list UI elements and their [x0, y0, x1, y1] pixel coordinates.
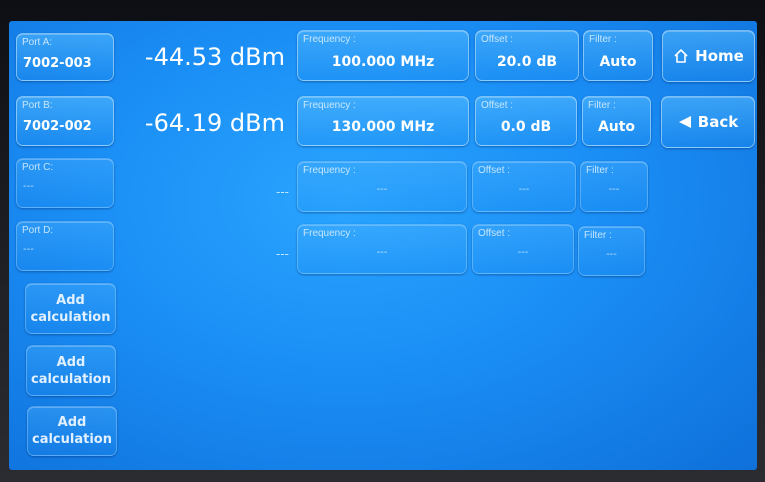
port-a-offset-label: Offset : — [481, 34, 514, 45]
port-d-frequency-value: --- — [376, 247, 388, 258]
port-d-button[interactable]: Port D: --- — [16, 221, 114, 271]
add-calculation-line2: calculation — [31, 371, 111, 387]
port-a-sensor: 7002-003 — [23, 56, 92, 71]
port-d-filter-button[interactable]: Filter : --- — [578, 226, 645, 276]
port-a-frequency-value: 100.000 MHz — [331, 54, 435, 70]
port-c-filter-value: --- — [608, 184, 620, 195]
port-b-offset-button[interactable]: Offset : 0.0 dB — [475, 96, 577, 146]
port-d-label: Port D: — [22, 225, 54, 236]
port-b-label: Port B: — [22, 100, 53, 111]
add-calculation-line1: Add — [57, 415, 87, 430]
port-b-frequency-label: Frequency : — [303, 100, 356, 111]
port-c-reading: --- — [276, 185, 289, 199]
port-b-offset-value: 0.0 dB — [500, 119, 552, 135]
home-icon — [674, 49, 688, 63]
add-calculation-line2: calculation — [30, 309, 111, 325]
port-d-filter-value: --- — [606, 249, 617, 260]
port-d-filter-label: Filter : — [584, 230, 612, 241]
port-a-filter-label: Filter : — [589, 34, 617, 45]
port-a-button[interactable]: Port A: 7002-003 — [16, 33, 114, 81]
back-arrow-icon — [678, 116, 691, 128]
port-a-filter-value: Auto — [599, 54, 637, 70]
port-a-filter-button[interactable]: Filter : Auto — [583, 30, 653, 81]
port-a-frequency-label: Frequency : — [303, 34, 356, 45]
port-c-offset-label: Offset : — [478, 165, 511, 176]
add-calculation-button-3[interactable]: Add calculation — [27, 406, 117, 456]
back-button[interactable]: Back — [661, 96, 755, 148]
port-b-frequency-button[interactable]: Frequency : 130.000 MHz — [297, 96, 469, 146]
home-label: Home — [695, 47, 744, 65]
back-label: Back — [697, 113, 739, 131]
port-d-offset-value: --- — [517, 247, 529, 258]
port-a-frequency-button[interactable]: Frequency : 100.000 MHz — [297, 30, 469, 81]
port-c-offset-value: --- — [518, 184, 530, 195]
port-c-filter-label: Filter : — [586, 165, 614, 176]
port-a-offset-value: 20.0 dB — [496, 54, 558, 70]
port-b-sensor: 7002-002 — [23, 119, 92, 134]
port-d-offset-label: Offset : — [478, 228, 511, 239]
add-calculation-button-1[interactable]: Add calculation — [25, 283, 116, 334]
port-c-button[interactable]: Port C: --- — [16, 158, 114, 208]
port-b-frequency-value: 130.000 MHz — [331, 119, 435, 135]
port-d-sensor: --- — [23, 244, 34, 255]
port-a-label: Port A: — [22, 37, 53, 48]
port-d-offset-button[interactable]: Offset : --- — [472, 224, 574, 274]
add-calculation-line2: calculation — [32, 432, 112, 447]
port-b-offset-label: Offset : — [481, 100, 514, 111]
add-calculation-line1: Add — [56, 354, 86, 370]
port-d-reading: --- — [276, 247, 289, 261]
port-c-filter-button[interactable]: Filter : --- — [580, 161, 648, 212]
add-calculation-button-2[interactable]: Add calculation — [26, 345, 116, 396]
port-b-reading: -64.19 dBm — [144, 109, 285, 137]
port-c-frequency-value: --- — [376, 184, 388, 195]
home-button[interactable]: Home — [662, 30, 755, 82]
port-a-offset-button[interactable]: Offset : 20.0 dB — [475, 30, 579, 81]
port-c-sensor: --- — [23, 181, 34, 192]
port-a-reading: -44.53 dBm — [144, 43, 285, 71]
add-calculation-line1: Add — [56, 292, 85, 308]
touch-screen: Port A: 7002-003 -44.53 dBm Frequency : … — [9, 21, 757, 470]
port-c-frequency-button[interactable]: Frequency : --- — [297, 161, 467, 212]
port-b-filter-label: Filter : — [588, 100, 616, 111]
port-c-offset-button[interactable]: Offset : --- — [472, 161, 576, 212]
port-b-filter-button[interactable]: Filter : Auto — [582, 96, 651, 146]
port-c-frequency-label: Frequency : — [303, 165, 356, 176]
port-d-frequency-label: Frequency : — [303, 228, 356, 239]
port-b-button[interactable]: Port B: 7002-002 — [16, 96, 114, 146]
port-d-frequency-button[interactable]: Frequency : --- — [297, 224, 467, 274]
port-c-label: Port C: — [22, 162, 54, 173]
port-b-filter-value: Auto — [597, 119, 636, 135]
